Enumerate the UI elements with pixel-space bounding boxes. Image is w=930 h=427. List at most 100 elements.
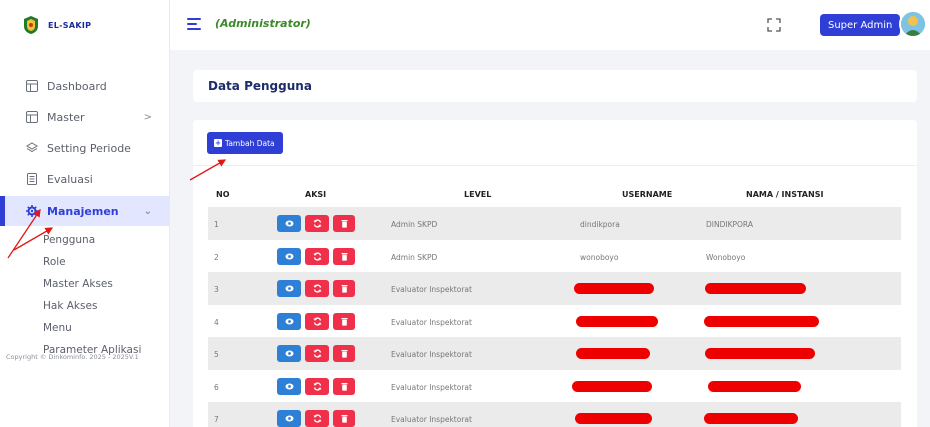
brand-name: EL-SAKIP — [48, 20, 92, 30]
sidebar: EL-SAKIP Dashboard Master > Setting Peri… — [0, 0, 170, 427]
table-row: 5 Evaluator Inspektorat — [208, 337, 901, 370]
header-nama-instansi: NAMA / INSTANSI — [746, 190, 824, 199]
trash-icon — [341, 285, 347, 293]
redaction-mark — [572, 380, 652, 392]
sidebar-menu: Dashboard Master > Setting Periode Evalu… — [0, 72, 170, 361]
trash-icon — [341, 415, 347, 423]
cell-no: 1 — [214, 220, 219, 229]
avatar-person-icon — [901, 12, 925, 36]
view-button[interactable] — [277, 377, 301, 395]
data-card: + Tambah Data NO AKSI LEVEL USERNAME NAM… — [193, 120, 917, 427]
add-data-label: Tambah Data — [225, 138, 275, 148]
table-row: 3 Evaluator Inspektorat — [208, 272, 901, 305]
reset-button[interactable] — [305, 377, 329, 395]
reset-button[interactable] — [305, 410, 329, 427]
plus-square-icon: + — [214, 139, 222, 147]
trash-icon — [341, 220, 347, 228]
page-title: Data Pengguna — [208, 79, 312, 93]
table-row: 2 Admin SKPD wonoboyo Wonoboyo — [208, 240, 901, 273]
reset-button[interactable] — [305, 312, 329, 330]
fullscreen-icon[interactable] — [766, 17, 782, 33]
trash-icon — [341, 350, 347, 358]
avatar[interactable] — [899, 10, 927, 38]
header-aksi: AKSI — [305, 190, 327, 199]
sync-icon — [313, 414, 321, 423]
delete-button[interactable] — [333, 377, 355, 395]
table-header: NO AKSI LEVEL USERNAME NAMA / INSTANSI — [208, 188, 901, 204]
copyright-text: Copyright © Dinkominfo. 2025 - 2025V.1 — [6, 353, 139, 361]
brand[interactable]: EL-SAKIP — [0, 0, 169, 50]
cell-no: 2 — [214, 252, 219, 262]
view-button[interactable] — [277, 345, 301, 362]
eye-icon — [285, 415, 293, 422]
delete-button[interactable] — [333, 247, 355, 265]
sidebar-item-evaluasi[interactable]: Evaluasi — [0, 165, 170, 193]
cell-no: 5 — [214, 350, 219, 359]
cell-level: Evaluator Inspektorat — [391, 317, 472, 327]
header-level: LEVEL — [464, 190, 492, 199]
cell-level: Admin SKPD — [391, 220, 438, 229]
cell-level: Evaluator Inspektorat — [391, 382, 472, 392]
submenu-item-master-akses[interactable]: Master Akses — [43, 273, 170, 295]
view-button[interactable] — [277, 312, 301, 330]
redaction-mark — [704, 315, 819, 327]
cell-level: Evaluator Inspektorat — [391, 350, 472, 359]
cell-no: 7 — [214, 415, 219, 424]
delete-button[interactable] — [333, 312, 355, 330]
header-no: NO — [216, 190, 230, 199]
submenu-item-hak-akses[interactable]: Hak Akses — [43, 295, 170, 317]
redaction-mark — [576, 315, 658, 327]
header-username: USERNAME — [622, 190, 673, 199]
cell-nama-instansi: Wonoboyo — [706, 252, 746, 262]
eye-icon — [285, 253, 293, 259]
table-row: 1 Admin SKPD dindikpora DINDIKPORA — [208, 207, 901, 240]
redaction-mark — [708, 380, 801, 392]
reset-button[interactable] — [305, 280, 329, 297]
sidebar-item-master[interactable]: Master > — [0, 103, 170, 131]
cell-username: dindikpora — [580, 220, 620, 229]
eye-icon — [285, 285, 293, 292]
sidebar-item-label: Setting Periode — [47, 141, 131, 155]
page-title-card: Data Pengguna — [193, 70, 917, 102]
delete-button[interactable] — [333, 215, 355, 232]
chevron-down-icon: ⌄ — [143, 205, 152, 217]
eye-icon — [285, 318, 293, 324]
delete-button[interactable] — [333, 345, 355, 362]
eye-icon — [285, 350, 293, 357]
sidebar-item-manajemen[interactable]: Manajemen ⌄ — [0, 196, 170, 226]
view-button[interactable] — [277, 215, 301, 232]
submenu-item-role[interactable]: Role — [43, 251, 170, 273]
submenu-item-menu[interactable]: Menu — [43, 317, 170, 339]
cell-no: 4 — [214, 317, 219, 327]
reset-button[interactable] — [305, 345, 329, 362]
user-name: Super Admin — [828, 19, 893, 31]
sidebar-item-setting-periode[interactable]: Setting Periode — [0, 134, 170, 162]
reset-button[interactable] — [305, 247, 329, 265]
sync-icon — [313, 219, 321, 228]
redaction-mark — [705, 283, 806, 294]
document-icon — [27, 173, 37, 185]
view-button[interactable] — [277, 280, 301, 297]
manajemen-submenu: Pengguna Role Master Akses Hak Akses Men… — [0, 229, 170, 361]
chevron-right-icon: > — [143, 111, 152, 123]
cell-level: Evaluator Inspektorat — [391, 285, 472, 294]
sidebar-item-label: Dashboard — [47, 79, 107, 93]
submenu-item-pengguna[interactable]: Pengguna — [43, 229, 170, 251]
sidebar-item-label: Master — [47, 110, 85, 124]
hamburger-menu-icon[interactable] — [187, 18, 201, 32]
sync-icon — [313, 316, 321, 326]
delete-button[interactable] — [333, 280, 355, 297]
trash-icon — [341, 382, 347, 391]
sync-icon — [313, 349, 321, 358]
reset-button[interactable] — [305, 215, 329, 232]
view-button[interactable] — [277, 247, 301, 265]
redaction-mark — [576, 348, 650, 359]
view-button[interactable] — [277, 410, 301, 427]
sidebar-item-dashboard[interactable]: Dashboard — [0, 72, 170, 100]
delete-button[interactable] — [333, 410, 355, 427]
trash-icon — [341, 317, 347, 326]
cell-nama-instansi: DINDIKPORA — [706, 220, 753, 229]
add-data-button[interactable]: + Tambah Data — [207, 132, 283, 154]
redaction-mark — [705, 348, 815, 359]
user-menu-button[interactable]: Super Admin — [820, 14, 900, 36]
